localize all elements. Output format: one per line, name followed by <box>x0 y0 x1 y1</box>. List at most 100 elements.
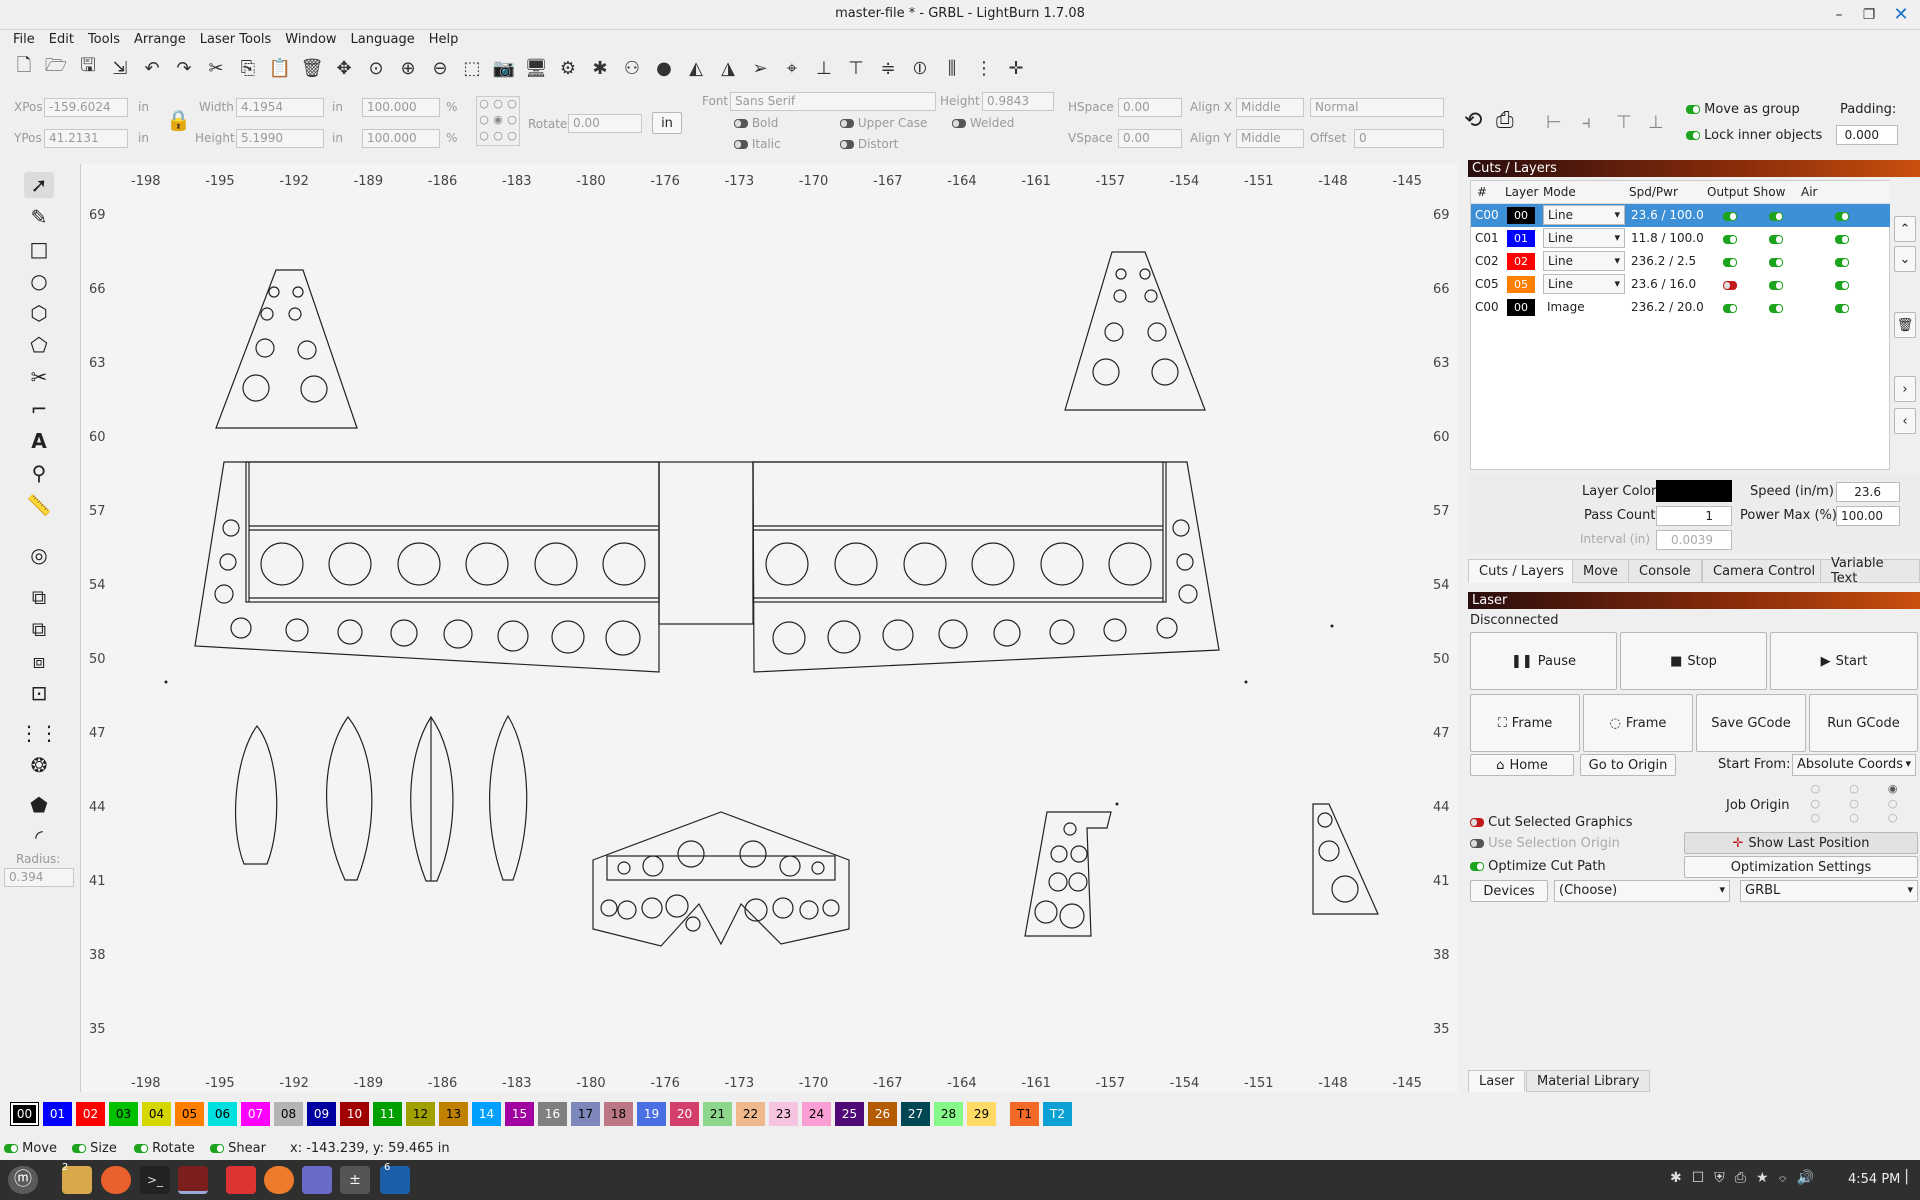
circular-array-icon[interactable]: ❂ <box>24 752 54 778</box>
select-arrow-icon[interactable]: ➚ <box>24 172 54 198</box>
offset-input[interactable]: 0 <box>1354 129 1444 148</box>
start-from-select[interactable]: Absolute Coords <box>1792 754 1916 776</box>
palette-color-T1[interactable]: T1 <box>1010 1102 1039 1126</box>
save-gcode-button[interactable]: Save GCode <box>1696 694 1806 752</box>
status-shear[interactable]: Shear <box>210 1141 266 1156</box>
save-icon[interactable]: 🖫 <box>74 54 102 82</box>
scale-height-input[interactable]: 100.000 <box>362 129 440 148</box>
palette-color-22[interactable]: 22 <box>736 1102 765 1126</box>
job-origin-grid[interactable]: ○ ○ ◉ ○ ○ ○ ○ ○ ○ <box>1796 782 1912 826</box>
power-max-input[interactable]: 100.00 <box>1836 506 1900 526</box>
palette-color-23[interactable]: 23 <box>769 1102 798 1126</box>
palette-color-24[interactable]: 24 <box>802 1102 831 1126</box>
output-toggle-icon[interactable] <box>1723 235 1737 244</box>
palette-color-18[interactable]: 18 <box>604 1102 633 1126</box>
polygon-icon[interactable]: ⬡ <box>24 300 54 326</box>
mirror-v-icon[interactable]: ◮ <box>714 54 742 82</box>
zoom-in-icon[interactable]: ⊕ <box>394 54 422 82</box>
palette-color-06[interactable]: 06 <box>208 1102 237 1126</box>
boolean-subtract-icon[interactable]: ⧈ <box>24 648 54 674</box>
maximize-icon[interactable]: ❐ <box>1858 4 1880 26</box>
terminal-icon[interactable]: >_ <box>140 1166 170 1194</box>
welded-toggle[interactable]: Welded <box>952 116 1014 130</box>
delete-icon[interactable]: 🗑 <box>298 54 326 82</box>
menu-file[interactable]: File <box>6 30 42 52</box>
palette-color-25[interactable]: 25 <box>835 1102 864 1126</box>
layer-row[interactable]: C00 00 Image 236.2 / 20.0 <box>1471 296 1890 319</box>
run-gcode-button[interactable]: Run GCode <box>1809 694 1918 752</box>
zoom-out-icon[interactable]: ⊖ <box>426 54 454 82</box>
devices-button[interactable]: Devices <box>1470 880 1548 902</box>
tab-laser[interactable]: Laser <box>1468 1070 1526 1092</box>
palette-color-29[interactable]: 29 <box>967 1102 996 1126</box>
controller-select[interactable]: GRBL <box>1740 880 1918 902</box>
close-icon[interactable]: ✕ <box>1890 4 1912 26</box>
move-as-group-toggle[interactable]: Move as group <box>1686 102 1800 117</box>
palette-color-20[interactable]: 20 <box>670 1102 699 1126</box>
aligny-select[interactable]: Middle <box>1236 129 1304 148</box>
settings-icon[interactable]: ⚙ <box>554 54 582 82</box>
lock-inner-toggle[interactable]: Lock inner objects <box>1686 128 1822 143</box>
palette-color-28[interactable]: 28 <box>934 1102 963 1126</box>
measure-icon[interactable]: 📏 <box>24 492 54 518</box>
monitor-icon[interactable]: 🖥 <box>522 54 550 82</box>
snap-icon[interactable]: ✛ <box>1002 54 1030 82</box>
padding-input[interactable]: 0.000 <box>1836 125 1898 145</box>
distribute-v-icon[interactable]: ⋮ <box>970 54 998 82</box>
air-toggle-icon[interactable] <box>1835 281 1849 290</box>
calculator-icon[interactable]: ± <box>340 1166 370 1194</box>
menu-edit[interactable]: Edit <box>42 30 81 52</box>
menu-help[interactable]: Help <box>422 30 466 52</box>
palette-color-15[interactable]: 15 <box>505 1102 534 1126</box>
open-folder-icon[interactable]: 🗁 <box>42 54 70 82</box>
frame-rect-button[interactable]: ⛶ Frame <box>1470 694 1580 752</box>
design-shapes[interactable] <box>81 164 1459 1092</box>
vspace-input[interactable]: 0.00 <box>1118 129 1182 148</box>
palette-color-11[interactable]: 11 <box>373 1102 402 1126</box>
path-icon[interactable]: ⬟ <box>24 792 54 818</box>
distort-toggle[interactable]: Distort <box>840 137 898 151</box>
tab-cuts-layers[interactable]: Cuts / Layers <box>1468 559 1575 583</box>
palette-color-26[interactable]: 26 <box>868 1102 897 1126</box>
center-icon[interactable]: ⌖ <box>778 54 806 82</box>
palette-color-10[interactable]: 10 <box>340 1102 369 1126</box>
bold-toggle[interactable]: Bold <box>734 116 778 130</box>
tab-move[interactable]: Move <box>1572 559 1629 583</box>
align-left-icon[interactable]: ⊢ <box>1546 112 1562 133</box>
menu-language[interactable]: Language <box>344 30 422 52</box>
go-to-origin-button[interactable]: Go to Origin <box>1580 754 1676 776</box>
palette-color-08[interactable]: 08 <box>274 1102 303 1126</box>
status-size[interactable]: Size <box>72 1141 117 1156</box>
output-toggle-icon[interactable] <box>1723 281 1737 290</box>
text-icon[interactable]: A <box>24 428 54 454</box>
alignx-select[interactable]: Middle <box>1236 98 1304 117</box>
palette-color-03[interactable]: 03 <box>109 1102 138 1126</box>
start-menu-icon[interactable]: ⓜ <box>8 1166 38 1194</box>
app-red-icon[interactable] <box>226 1166 256 1194</box>
align-middle-icon[interactable]: ≑ <box>874 54 902 82</box>
height-input[interactable]: 5.1990 <box>236 129 324 148</box>
show-toggle-icon[interactable] <box>1769 281 1783 290</box>
expand-panel-icon[interactable]: › <box>1894 376 1916 402</box>
align-center-icon[interactable]: ⦶ <box>906 54 934 82</box>
boolean-union-icon[interactable]: ⧉ <box>24 616 54 642</box>
palette-color-07[interactable]: 07 <box>241 1102 270 1126</box>
show-last-position-button[interactable]: ✛ Show Last Position <box>1684 832 1918 854</box>
corner-radius-icon[interactable]: ◜ <box>24 824 54 850</box>
align-bottom2-icon[interactable]: ⊥ <box>1648 112 1664 133</box>
lightburn-taskbar-icon[interactable] <box>178 1166 208 1194</box>
text-mode-select[interactable]: Normal <box>1310 98 1444 117</box>
ellipse-icon[interactable]: ○ <box>24 268 54 294</box>
save-as-icon[interactable]: ⇲ <box>106 54 134 82</box>
output-toggle-icon[interactable] <box>1723 304 1737 313</box>
layer-row[interactable]: C02 02 Line 236.2 / 2.5 <box>1471 250 1890 273</box>
move-layer-down-icon[interactable]: ⌄ <box>1894 246 1916 272</box>
air-toggle-icon[interactable] <box>1835 304 1849 313</box>
tab-variable-text[interactable]: Variable Text <box>1820 556 1920 586</box>
font-select[interactable]: Sans Serif <box>730 92 936 111</box>
palette-color-01[interactable]: 01 <box>43 1102 72 1126</box>
palette-color-09[interactable]: 09 <box>307 1102 336 1126</box>
air-toggle-icon[interactable] <box>1835 212 1849 221</box>
palette-color-13[interactable]: 13 <box>439 1102 468 1126</box>
use-selection-origin-toggle[interactable]: Use Selection Origin <box>1470 836 1620 851</box>
